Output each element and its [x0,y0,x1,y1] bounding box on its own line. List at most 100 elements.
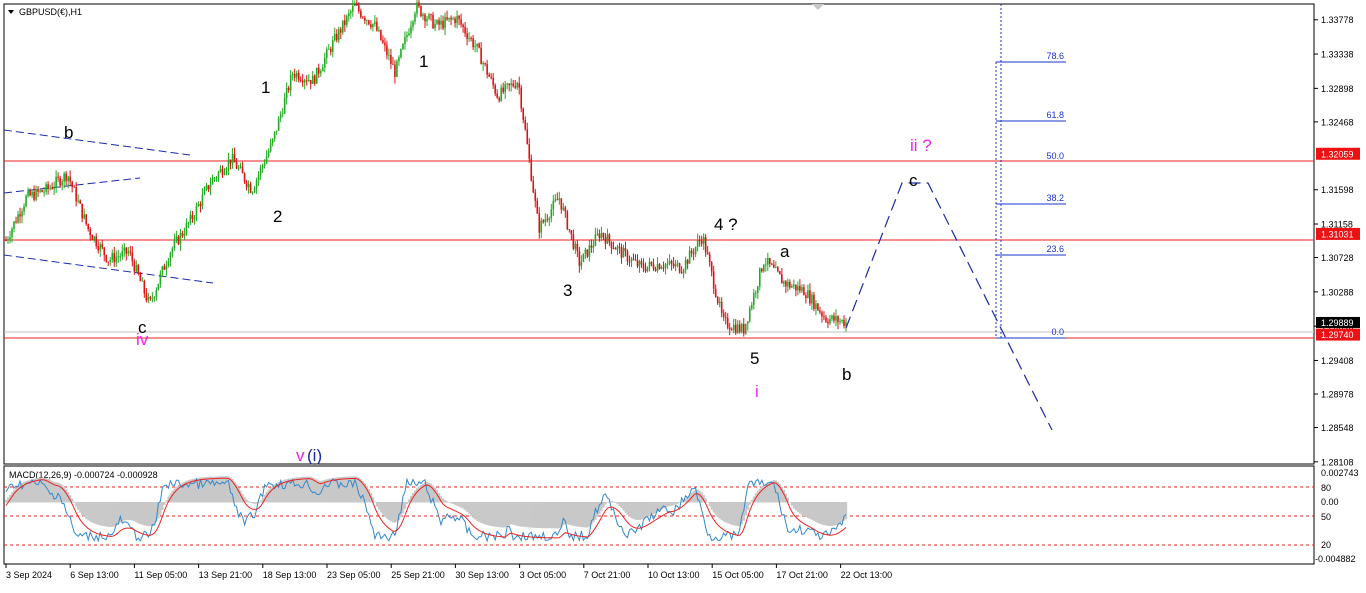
price-axis[interactable]: 1.33778 1.33338 1.32898 1.32468 1.32059 1.315… [1314,15,1360,467]
candle-body [596,233,599,235]
candle-body [207,185,210,190]
candle-body [410,26,412,34]
macd-bar [460,502,463,508]
candle-body [504,84,506,93]
candle-body [572,234,575,249]
macd-bar [620,502,623,509]
candle-body [358,5,360,12]
fib-label-236: 23.6 [1046,244,1064,254]
candle-body [795,284,797,291]
macd-bar [191,478,194,503]
candle-body [811,294,813,304]
candle-body [223,172,226,175]
macd-bar [530,502,533,528]
time-axis[interactable]: 3 Sep 2024 6 Sep 13:00 11 Sep 05:00 13 Sep … [5,564,892,580]
macd-bar [133,502,136,522]
candle-body [261,165,264,168]
candle-body [173,240,176,249]
candle-body [672,263,675,267]
wave-label-i: i [755,382,759,401]
macd-bar [494,502,497,527]
candle-body [339,29,342,33]
candle-body [323,57,326,68]
candle-body [756,286,759,293]
macd-bar [5,499,8,503]
candle-body [350,11,352,14]
trading-chart[interactable]: 78.6 61.8 50.0 38.2 23.6 0.0 b c iv 1 2 … [0,0,1366,593]
candle-body [169,253,172,262]
candle-body [398,57,400,62]
candle-body [430,14,432,16]
macd-bar [638,502,641,520]
macd-bar [806,502,810,519]
macd-bar [301,476,304,503]
candle-body [305,80,308,82]
candle-body [183,234,186,236]
macd-bar [442,498,445,503]
candle-body [684,260,687,271]
candle-body [825,317,827,322]
wave-label-i-circle: (i) [307,446,322,465]
candle-body [329,48,332,52]
time-tick-label: 18 Sep 13:00 [263,570,317,580]
candle-body [448,17,450,20]
candle-body [468,38,470,39]
candle-body [718,301,721,304]
candle-body [482,63,484,65]
candle-body [205,185,208,190]
macd-bar [387,502,391,521]
macd-bar [383,502,387,517]
macd-bar [407,499,411,503]
macd-bar [544,502,547,529]
macd-bar [666,502,669,507]
candle-body [121,250,124,257]
candle-body [829,319,831,324]
candle-body [91,235,94,240]
candle-body [333,33,336,41]
candle-body [502,87,504,93]
macd-bar [253,502,256,504]
candle-body [63,173,65,182]
candle-body [103,247,106,256]
price-panel[interactable] [3,3,1315,465]
macd-bar [710,502,713,510]
candle-body [211,178,214,185]
candle-body [315,67,318,84]
candle-body [195,206,198,218]
macd-bar [720,502,723,521]
macd-bar [247,501,250,503]
time-tick-label: 11 Sep 05:00 [134,570,187,580]
macd-bar [163,502,166,505]
candle-body [588,245,591,257]
candle-body [670,261,673,264]
candle-body [243,173,246,182]
candle-body [159,273,162,284]
wave-label-b-right: b [842,365,851,384]
candle-body [143,280,146,294]
candle-body [25,196,27,207]
candle-body [374,21,376,24]
candle-body [552,200,555,210]
candle-body [402,44,404,50]
macd-title: MACD(12,26,9) -0.000724 -0.000928 [9,470,158,480]
macd-bar [135,502,138,523]
macd-bar [311,477,314,503]
macd-bar [472,502,475,518]
macd-bar [510,502,513,525]
macd-bar [496,502,499,527]
macd-bar [520,502,523,527]
candle-body [805,295,807,298]
candle-body [317,67,320,74]
candle-body [540,220,543,233]
macd-bar [115,502,118,526]
macd-bar [618,502,621,507]
macd-bar [820,502,824,525]
candle-body [203,189,206,195]
macd-bar [375,502,379,507]
macd-bar [381,502,385,515]
macd-bar [484,502,487,525]
candle-body [111,253,114,260]
candle-body [101,244,104,248]
candle-body [760,268,763,272]
candle-body [704,237,707,253]
